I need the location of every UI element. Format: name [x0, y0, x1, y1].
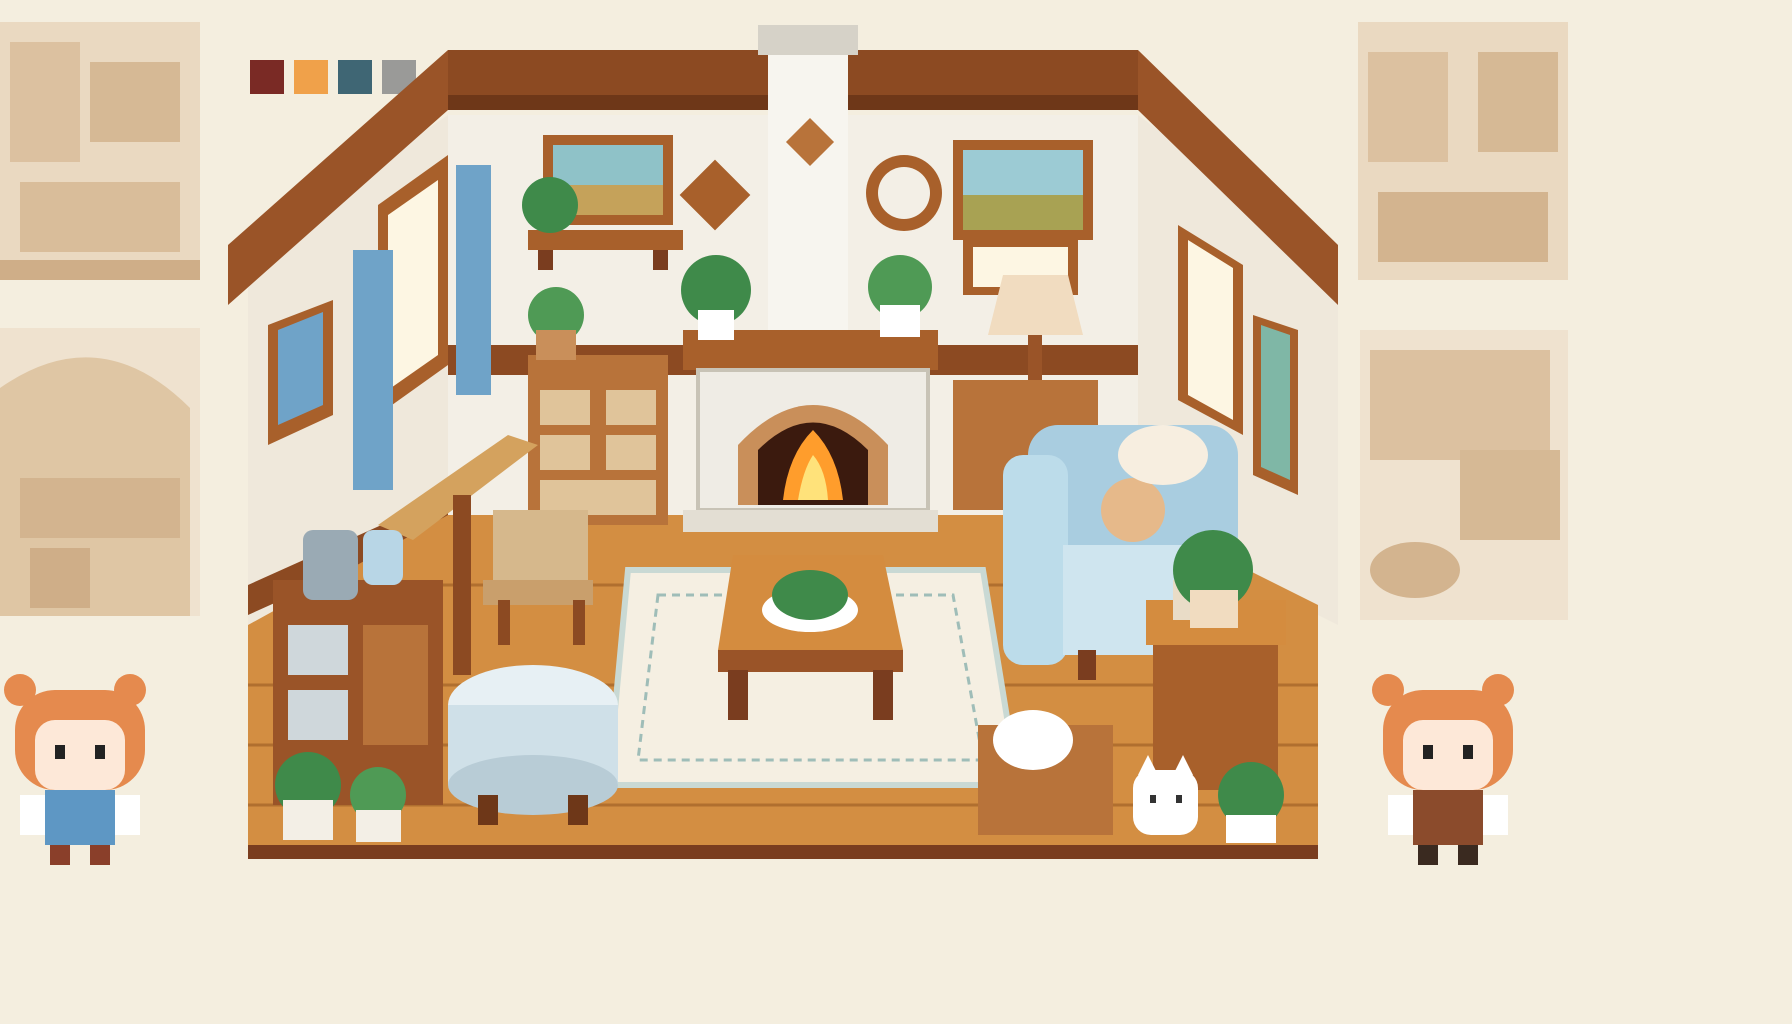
plant-icon [528, 287, 584, 360]
basket-icon [978, 710, 1113, 835]
ottoman-icon [448, 665, 618, 825]
painting-icon [953, 140, 1093, 240]
character-sprite-icon [4, 674, 146, 865]
curtain-icon [353, 250, 393, 490]
dresser-icon [528, 355, 668, 525]
curtain-icon [456, 165, 491, 395]
living-room [228, 25, 1338, 859]
plant-icon [522, 177, 578, 233]
thumbnail-right-top [1358, 22, 1568, 280]
thumbnail-left-top [0, 22, 200, 280]
plant-icon [350, 767, 406, 842]
plant-icon [275, 752, 341, 840]
character-sprite-icon [1372, 674, 1514, 865]
plant-icon [1218, 762, 1284, 843]
thumbnail-right-middle [1360, 330, 1568, 620]
game-asset-sheet [0, 0, 1792, 1024]
jar-icon [363, 530, 403, 585]
lantern-icon [303, 530, 358, 600]
thumbnail-left-middle [0, 328, 200, 616]
painting-icon [1253, 315, 1298, 495]
